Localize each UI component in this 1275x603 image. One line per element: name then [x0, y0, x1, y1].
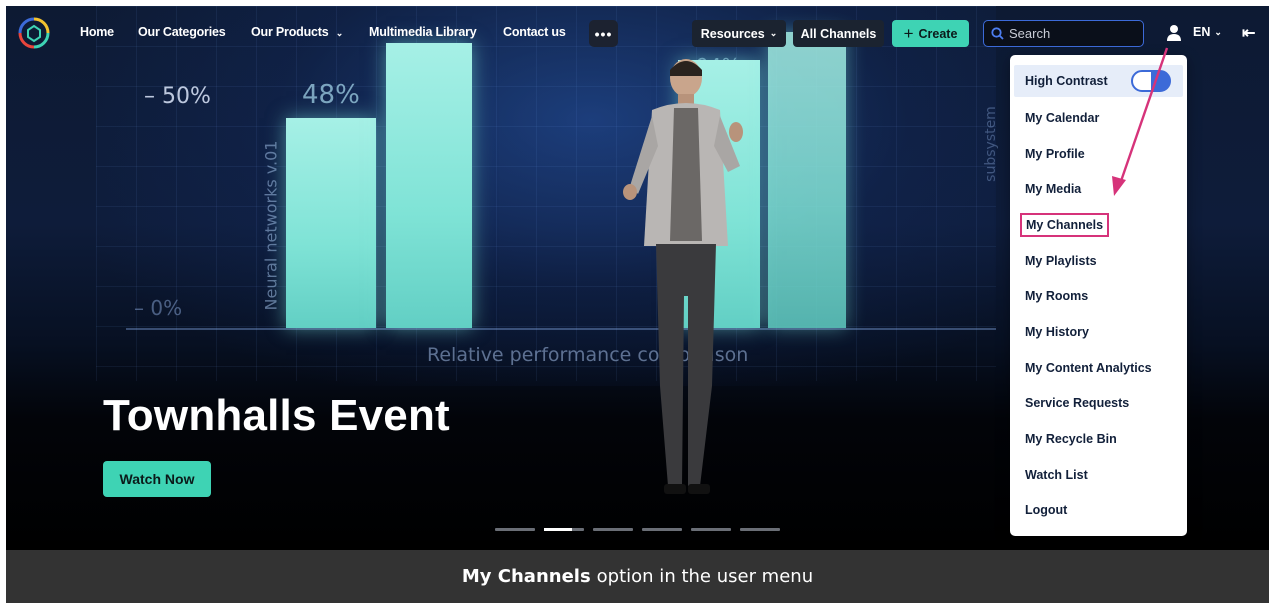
menu-item-label: My History — [1025, 324, 1089, 339]
high-contrast-label: High Contrast — [1025, 74, 1108, 88]
carousel-dot[interactable] — [495, 528, 535, 531]
speaker-image — [623, 59, 743, 494]
menu-item-label: My Content Analytics — [1025, 360, 1152, 375]
menu-item-my-rooms[interactable]: My Rooms — [1010, 278, 1187, 314]
menu-item-label: Logout — [1025, 503, 1068, 518]
screen-bar-1 — [286, 118, 376, 328]
screen-bar-4 — [768, 32, 846, 328]
caption-bar: My Channels option in the user menu — [6, 550, 1269, 603]
menu-item-label: My Recycle Bin — [1025, 432, 1117, 447]
menu-item-high-contrast[interactable]: High Contrast — [1014, 65, 1183, 97]
screen-vertical-label: Neural networks v.01 — [261, 140, 281, 311]
resources-button[interactable]: Resources ⌄ — [692, 20, 786, 47]
chevron-down-icon: ⌄ — [1214, 26, 1222, 37]
create-button[interactable]: + Create — [892, 20, 969, 47]
search-icon — [991, 27, 1004, 40]
top-navbar: Home Our Categories Our Products ⌄ Multi… — [6, 6, 1269, 60]
logout-arrow-icon[interactable]: ⇤ — [1242, 23, 1262, 43]
menu-item-my-playlists[interactable]: My Playlists — [1010, 243, 1187, 279]
menu-item-service-requests[interactable]: Service Requests — [1010, 386, 1187, 422]
nav-our-products[interactable]: Our Products ⌄ — [251, 25, 343, 39]
carousel-dot[interactable] — [691, 528, 731, 531]
screen-bar-2 — [386, 43, 472, 328]
menu-item-label: My Rooms — [1025, 289, 1089, 304]
menu-item-label: My Calendar — [1025, 110, 1100, 125]
caption-text: option in the user menu — [596, 566, 814, 587]
menu-item-label: Watch List — [1025, 467, 1088, 482]
menu-item-my-content-analytics[interactable]: My Content Analytics — [1010, 350, 1187, 386]
caption-bold: My Channels — [461, 566, 591, 587]
nav-multimedia-library[interactable]: Multimedia Library — [369, 25, 477, 39]
search-input[interactable] — [1009, 26, 1129, 41]
language-selector[interactable]: EN ⌄ — [1193, 25, 1222, 39]
screen-tick-low: – 0% — [134, 296, 183, 320]
user-menu-dropdown: High Contrast My Calendar My Profile My … — [1010, 55, 1187, 536]
menu-item-my-calendar[interactable]: My Calendar — [1010, 100, 1187, 136]
chevron-down-icon: ⌄ — [335, 28, 344, 38]
resources-label: Resources — [700, 26, 765, 41]
nav-contact-us[interactable]: Contact us — [503, 25, 566, 39]
screen-tick-high: – 50% — [144, 84, 211, 109]
watch-now-button[interactable]: Watch Now — [103, 461, 211, 497]
menu-item-my-media[interactable]: My Media — [1010, 171, 1187, 207]
create-label: Create — [918, 26, 958, 41]
site-logo[interactable] — [18, 17, 50, 49]
screen-baseline — [126, 328, 996, 330]
menu-item-my-recycle-bin[interactable]: My Recycle Bin — [1010, 421, 1187, 457]
more-menu-button[interactable]: ••• — [589, 20, 618, 47]
search-box[interactable] — [983, 20, 1144, 47]
screen-bar-value: 48% — [302, 80, 360, 110]
menu-item-my-history[interactable]: My History — [1010, 314, 1187, 350]
plus-icon: + — [903, 24, 914, 43]
menu-item-label: Service Requests — [1025, 396, 1130, 411]
menu-item-label: My Playlists — [1025, 253, 1097, 268]
nav-our-categories[interactable]: Our Categories — [138, 25, 226, 39]
menu-item-label: My Profile — [1025, 146, 1085, 161]
menu-item-label: My Media — [1025, 182, 1082, 197]
screenshot-frame: – 50% 48% 94% – 0% Neural networks v.01 … — [6, 6, 1269, 603]
screen-side-label: subsystem — [983, 106, 999, 182]
menu-item-my-channels[interactable]: My Channels — [1010, 207, 1187, 243]
menu-item-my-profile[interactable]: My Profile — [1010, 136, 1187, 172]
carousel-indicators — [495, 528, 780, 531]
carousel-dot[interactable] — [593, 528, 633, 531]
hero-title: Townhalls Event — [103, 391, 450, 440]
carousel-dot-active[interactable] — [544, 528, 584, 531]
nav-our-products-label: Our Products — [251, 25, 329, 39]
nav-home[interactable]: Home — [80, 25, 114, 39]
user-icon[interactable] — [1165, 24, 1183, 42]
language-label: EN — [1193, 25, 1211, 39]
chevron-down-icon: ⌄ — [769, 28, 778, 38]
menu-item-watch-list[interactable]: Watch List — [1010, 457, 1187, 493]
menu-item-logout[interactable]: Logout — [1010, 493, 1187, 529]
screen-grid — [96, 6, 996, 381]
high-contrast-toggle[interactable] — [1131, 70, 1171, 92]
carousel-dot[interactable] — [740, 528, 780, 531]
carousel-dot[interactable] — [642, 528, 682, 531]
menu-item-label-highlighted: My Channels — [1019, 212, 1110, 237]
all-channels-button[interactable]: All Channels — [793, 20, 884, 47]
